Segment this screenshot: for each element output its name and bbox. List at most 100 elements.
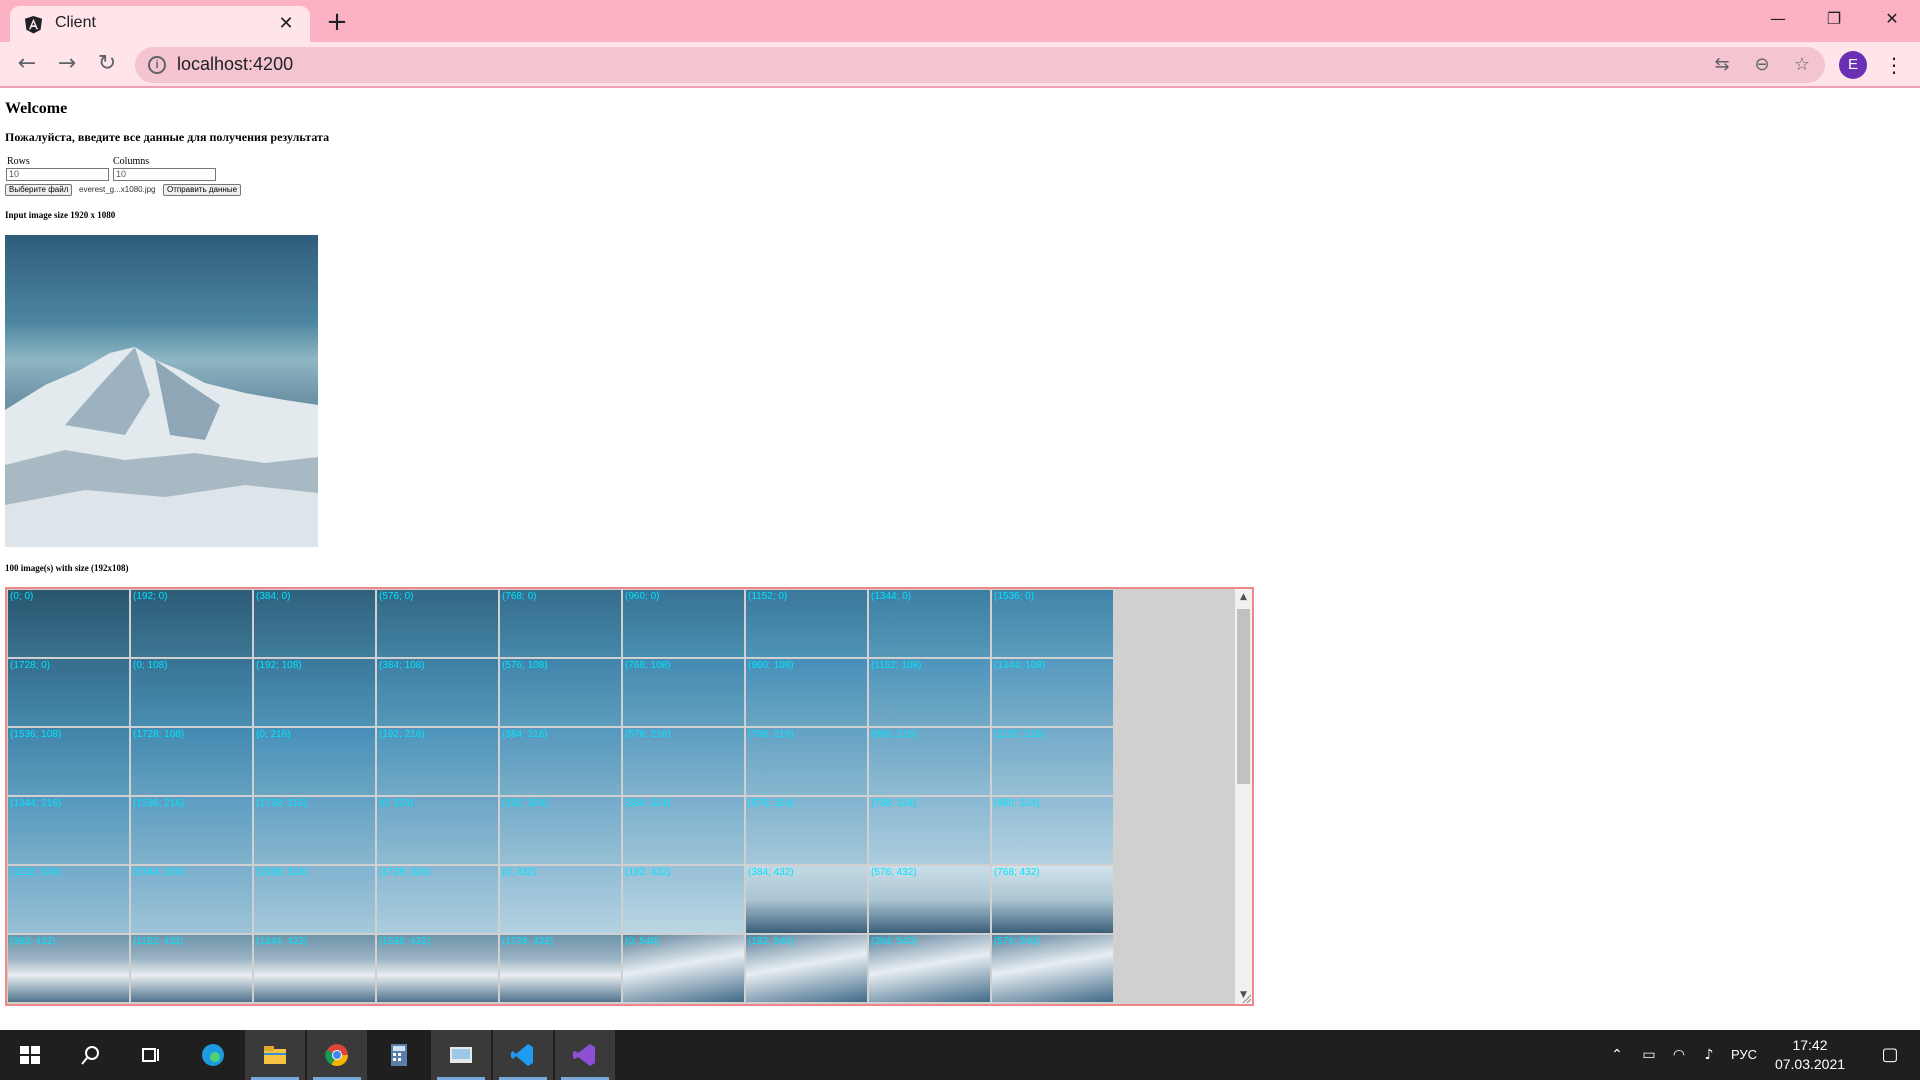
columns-input[interactable]: 10 — [113, 168, 216, 181]
image-tile: (1536; 108) — [8, 728, 129, 795]
tile-coordinates-label: (960; 216) — [871, 729, 917, 740]
taskbar-file-explorer[interactable] — [245, 1030, 305, 1080]
image-tile: (1536; 432) — [377, 935, 498, 1002]
mountain-image — [5, 347, 318, 547]
tile-coordinates-label: (1152; 324) — [10, 867, 61, 878]
notifications-icon[interactable]: ▢ — [1866, 1030, 1914, 1080]
tile-coordinates-label: (1536; 0) — [994, 591, 1035, 602]
tile-coordinates-label: (192; 108) — [256, 660, 302, 671]
tab-title: Client — [55, 14, 96, 31]
new-tab-button[interactable]: + — [322, 8, 352, 38]
scroll-thumb[interactable] — [1237, 609, 1250, 784]
restore-icon[interactable]: ❐ — [1806, 0, 1862, 40]
submit-button[interactable]: Отправить данные — [163, 184, 242, 196]
tile-coordinates-label: (0; 0) — [10, 591, 34, 602]
tile-coordinates-label: (384; 108) — [379, 660, 425, 671]
close-window-icon[interactable]: ✕ — [1864, 0, 1920, 40]
tile-coordinates-label: (576; 0) — [379, 591, 414, 602]
image-tile: (1536; 216) — [131, 797, 252, 864]
image-tile: (192; 540) — [746, 935, 867, 1002]
taskbar-search[interactable] — [60, 1030, 120, 1080]
image-tile: (768; 0) — [500, 590, 621, 657]
taskbar-visual-studio[interactable] — [555, 1030, 615, 1080]
vscode-icon — [511, 1044, 533, 1066]
image-tile: (384; 540) — [869, 935, 990, 1002]
vertical-scrollbar[interactable]: ▲ ▼ — [1235, 589, 1252, 1004]
image-tile: (768; 432) — [992, 866, 1113, 933]
tile-coordinates-label: (1344; 324) — [133, 867, 185, 878]
tiles-grid: (0; 0) (192; 0) (384; 0) (576; 0) (768; 0) (9… — [8, 590, 1116, 1002]
tile-coordinates-label: (192; 432) — [625, 867, 671, 878]
tile-coordinates-label: (384; 540) — [871, 936, 917, 947]
image-tile: (192; 108) — [254, 659, 375, 726]
tile-coordinates-label: (192; 324) — [502, 798, 548, 809]
taskbar-edge[interactable] — [183, 1030, 243, 1080]
image-tile: (960; 324) — [992, 797, 1113, 864]
image-tile: (1728; 216) — [254, 797, 375, 864]
tile-coordinates-label: (192; 0) — [133, 591, 168, 602]
scroll-up-icon[interactable]: ▲ — [1235, 589, 1252, 606]
tile-coordinates-label: (960; 324) — [994, 798, 1040, 809]
start-button[interactable] — [0, 1030, 60, 1080]
image-tile: (960; 216) — [869, 728, 990, 795]
site-info-icon[interactable]: i — [148, 56, 166, 74]
taskbar-calculator[interactable] — [369, 1030, 429, 1080]
translate-icon[interactable]: ⇆ — [1708, 51, 1736, 79]
tab-strip: Client ✕ + — ❐ ✕ — [0, 0, 1920, 42]
profile-avatar[interactable]: E — [1839, 51, 1867, 79]
image-tile: (0; 324) — [377, 797, 498, 864]
tile-coordinates-label: (0; 108) — [133, 660, 168, 671]
image-tile: (576; 0) — [377, 590, 498, 657]
tile-coordinates-label: (1728; 0) — [10, 660, 51, 671]
tile-coordinates-label: (1536; 324) — [256, 867, 308, 878]
system-clock[interactable]: 17:42 07.03.2021 — [1754, 1036, 1866, 1074]
image-tile: (1344; 0) — [869, 590, 990, 657]
chrome-icon — [325, 1044, 348, 1066]
reload-icon[interactable]: ↻ — [91, 49, 123, 81]
rows-input[interactable]: 10 — [6, 168, 109, 181]
tile-coordinates-label: (384; 0) — [256, 591, 291, 602]
edge-icon — [202, 1044, 224, 1066]
taskbar-paint[interactable] — [431, 1030, 491, 1080]
output-count-text: 100 image(s) with size (192x108) — [5, 563, 129, 573]
image-tile: (576; 216) — [623, 728, 744, 795]
minimize-icon[interactable]: — — [1750, 0, 1806, 40]
tile-coordinates-label: (1152; 108) — [871, 660, 922, 671]
start-icon — [20, 1046, 40, 1064]
image-tile: (576; 540) — [992, 935, 1113, 1002]
back-icon[interactable]: ← — [11, 49, 43, 81]
task-view-button[interactable] — [120, 1030, 180, 1080]
taskbar-vscode[interactable] — [493, 1030, 553, 1080]
tile-coordinates-label: (1728; 432) — [502, 936, 554, 947]
volume-icon[interactable]: ♪ — [1694, 1030, 1724, 1080]
bookmark-star-icon[interactable]: ☆ — [1788, 51, 1816, 79]
tile-coordinates-label: (384; 324) — [625, 798, 671, 809]
image-tile: (384; 432) — [746, 866, 867, 933]
wifi-icon[interactable]: ◠ — [1664, 1030, 1694, 1080]
choose-file-button[interactable]: Выберите файл — [5, 184, 73, 196]
tile-coordinates-label: (1728; 324) — [379, 867, 431, 878]
address-bar[interactable]: i localhost:4200 ⇆ ⊖ ☆ — [135, 47, 1825, 83]
image-tile: (0; 216) — [254, 728, 375, 795]
browser-toolbar: ← → ↻ i localhost:4200 ⇆ ⊖ ☆ E ⋮ — [0, 42, 1920, 88]
image-tile: (1536; 324) — [254, 866, 375, 933]
columns-label: Columns — [113, 156, 150, 167]
tiles-container[interactable]: (0; 0) (192; 0) (384; 0) (576; 0) (768; 0) (9… — [5, 587, 1254, 1006]
show-hidden-icons[interactable]: ⌃ — [1602, 1030, 1632, 1080]
forward-icon[interactable]: → — [51, 49, 83, 81]
taskbar-chrome[interactable] — [307, 1030, 367, 1080]
image-tile: (576; 108) — [500, 659, 621, 726]
tile-coordinates-label: (1152; 0) — [748, 591, 788, 602]
close-tab-icon[interactable]: ✕ — [274, 12, 298, 36]
image-tile: (576; 324) — [746, 797, 867, 864]
browser-tab[interactable]: Client ✕ — [10, 6, 310, 42]
battery-icon[interactable]: ▭ — [1634, 1030, 1664, 1080]
resize-grip-icon[interactable] — [1241, 993, 1251, 1003]
zoom-icon[interactable]: ⊖ — [1748, 51, 1776, 79]
tile-coordinates-label: (768; 0) — [502, 591, 537, 602]
image-tile: (1152; 108) — [869, 659, 990, 726]
image-tile: (1728; 0) — [8, 659, 129, 726]
more-menu-icon[interactable]: ⋮ — [1880, 50, 1908, 80]
image-tile: (1344; 324) — [131, 866, 252, 933]
image-tile: (1344; 108) — [992, 659, 1113, 726]
